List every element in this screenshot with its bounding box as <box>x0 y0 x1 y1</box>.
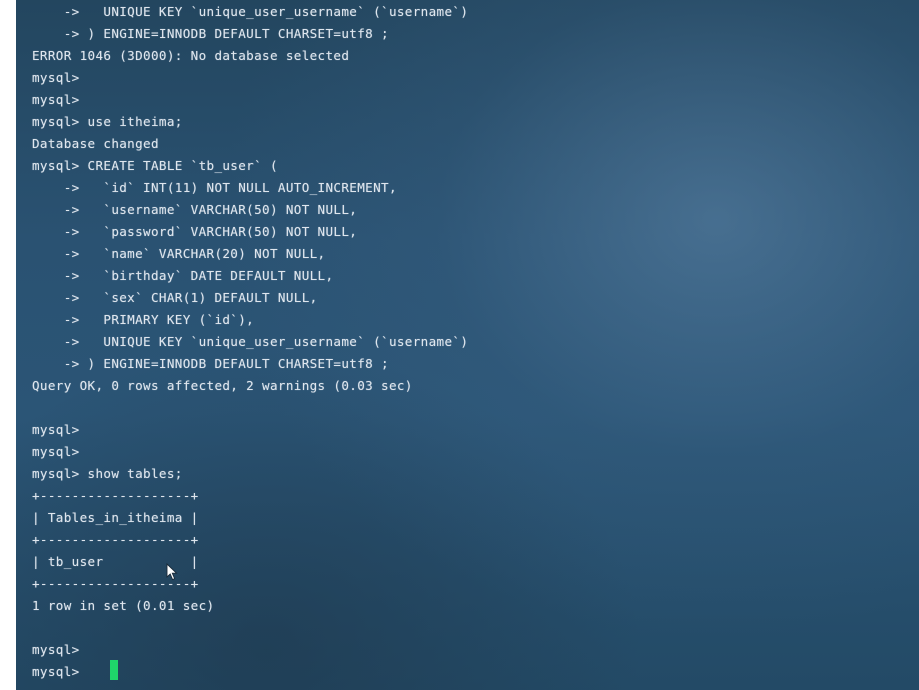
prompt-line: mysql> <box>32 422 80 437</box>
terminal-line: -> `sex` CHAR(1) DEFAULT NULL, <box>32 290 318 305</box>
terminal-line: Database changed <box>32 136 159 151</box>
terminal-line: -> `birthday` DATE DEFAULT NULL, <box>32 268 334 283</box>
command-line: mysql> show tables; <box>32 466 183 481</box>
terminal-line: -> `name` VARCHAR(20) NOT NULL, <box>32 246 326 261</box>
terminal-line: -> UNIQUE KEY `unique_user_username` (`u… <box>32 4 469 19</box>
table-border: +-------------------+ <box>32 532 199 547</box>
terminal-output: -> UNIQUE KEY `unique_user_username` (`u… <box>32 0 912 690</box>
result-line: Query OK, 0 rows affected, 2 warnings (0… <box>32 378 413 393</box>
result-line: 1 row in set (0.01 sec) <box>32 598 215 613</box>
terminal-line: -> ) ENGINE=INNODB DEFAULT CHARSET=utf8 … <box>32 26 389 41</box>
prompt-line: mysql> <box>32 642 80 657</box>
terminal-line: -> ) ENGINE=INNODB DEFAULT CHARSET=utf8 … <box>32 356 389 371</box>
text-cursor <box>110 660 118 680</box>
table-border: +-------------------+ <box>32 488 199 503</box>
command-line: mysql> use itheima; <box>32 114 183 129</box>
table-header: | Tables_in_itheima | <box>32 510 199 525</box>
screen-frame: -> UNIQUE KEY `unique_user_username` (`u… <box>0 0 919 690</box>
terminal-line: -> UNIQUE KEY `unique_user_username` (`u… <box>32 334 469 349</box>
mouse-pointer-icon <box>166 563 178 581</box>
prompt-line: mysql> <box>32 70 80 85</box>
command-line: mysql> CREATE TABLE `tb_user` ( <box>32 158 278 173</box>
active-prompt[interactable]: mysql> <box>32 661 88 683</box>
terminal-line: -> `password` VARCHAR(50) NOT NULL, <box>32 224 358 239</box>
error-line: ERROR 1046 (3D000): No database selected <box>32 48 350 63</box>
terminal-line: -> `username` VARCHAR(50) NOT NULL, <box>32 202 358 217</box>
prompt-line: mysql> <box>32 444 80 459</box>
terminal-line: -> `id` INT(11) NOT NULL AUTO_INCREMENT, <box>32 180 397 195</box>
terminal-line: -> PRIMARY KEY (`id`), <box>32 312 255 327</box>
terminal-window[interactable]: -> UNIQUE KEY `unique_user_username` (`u… <box>16 0 919 690</box>
prompt-line: mysql> <box>32 92 80 107</box>
